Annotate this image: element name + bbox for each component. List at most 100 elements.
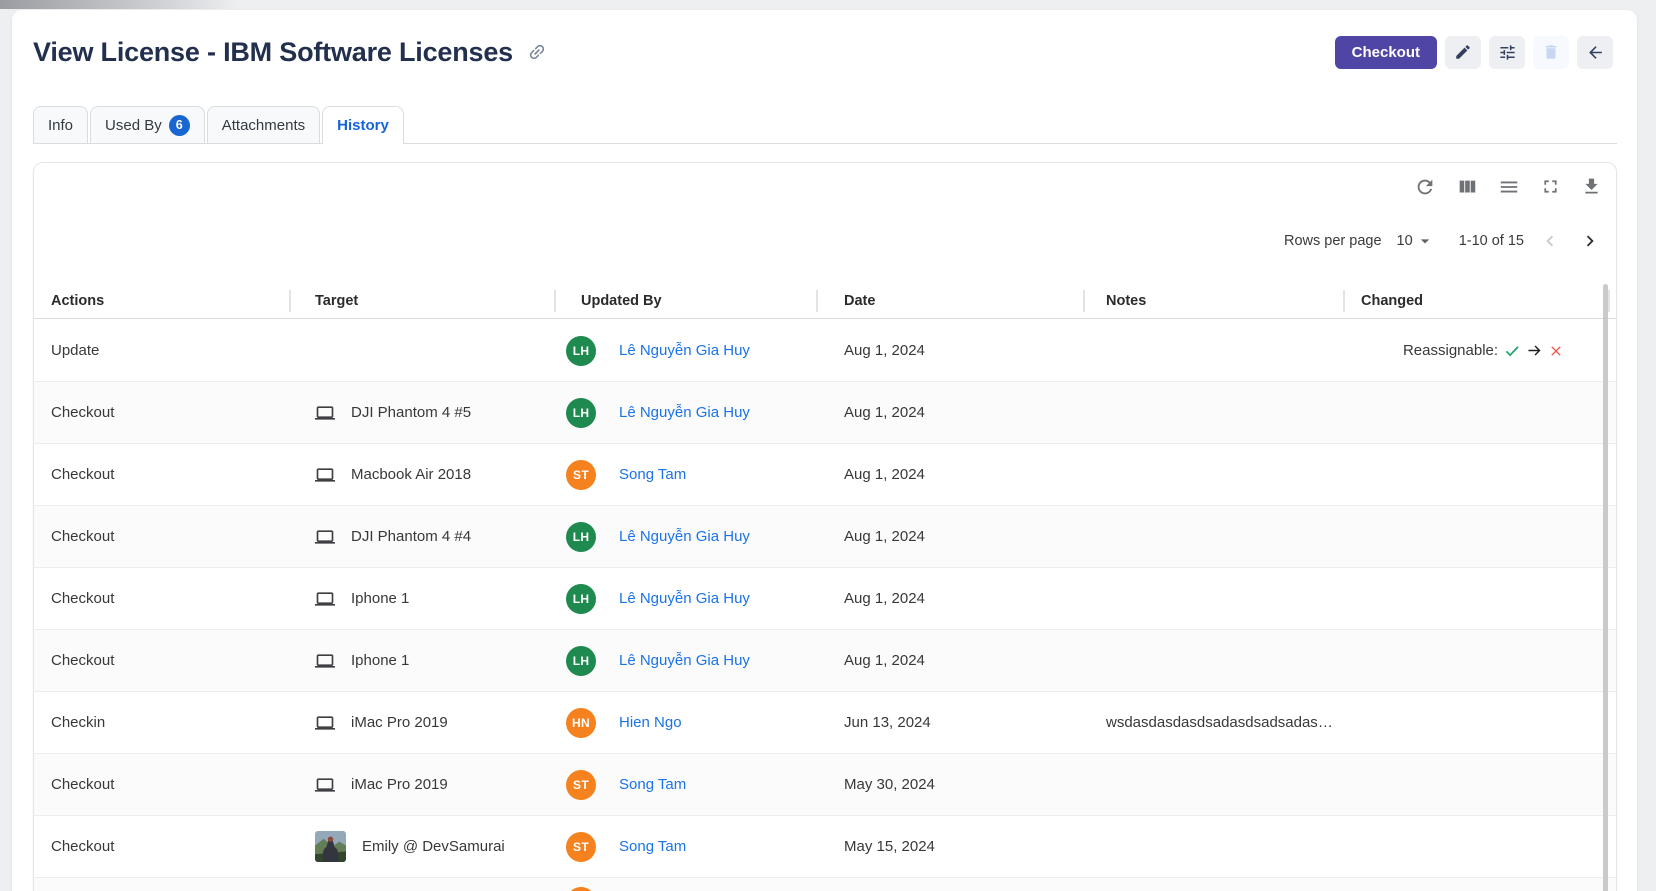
date-label: Aug 1, 2024: [844, 590, 925, 607]
updated-by-cell: ST Song Tam: [554, 754, 816, 815]
edit-button[interactable]: [1445, 36, 1481, 69]
tab-attachments[interactable]: Attachments: [207, 106, 320, 143]
action-label: Checkout: [51, 528, 114, 545]
changed-cell: Reassignable:: [1343, 320, 1608, 381]
changed-content: Reassignable:: [1403, 342, 1564, 360]
density-icon[interactable]: [1498, 176, 1520, 198]
date-label: May 30, 2024: [844, 776, 935, 793]
user-link[interactable]: Song Tam: [619, 466, 686, 483]
rows-per-page-select[interactable]: 10: [1397, 231, 1435, 251]
target-label: iMac Pro 2019: [351, 776, 448, 793]
user-avatar: ST: [566, 460, 596, 490]
notes-cell: [1083, 444, 1343, 505]
notes-cell: [1083, 320, 1343, 381]
tab-history-label: History: [337, 117, 389, 134]
target-photo-thumbnail: [315, 831, 346, 862]
checkout-button[interactable]: Checkout: [1335, 36, 1437, 69]
notes-cell: [1083, 630, 1343, 691]
user-link[interactable]: Hien Ngo: [619, 714, 682, 731]
target-cell: DJI Phantom 4 #5: [289, 382, 554, 443]
cross-icon: [1548, 343, 1564, 359]
table-row: Checkout DJI Phantom 4 #4 LH Lê Nguyễn G…: [34, 506, 1616, 568]
date-label: Aug 1, 2024: [844, 528, 925, 545]
date-cell: Jun 13, 2024: [816, 692, 1083, 753]
tab-info[interactable]: Info: [33, 106, 88, 143]
column-header-updated-by[interactable]: Updated By: [554, 284, 816, 318]
row-spacer: [1608, 692, 1616, 753]
action-cell: Update: [34, 320, 289, 381]
target-label: Macbook Air 2018: [351, 466, 471, 483]
target-cell: iMac Pro 2019: [289, 754, 554, 815]
back-button[interactable]: [1577, 36, 1613, 69]
changed-cell: [1343, 692, 1608, 753]
date-cell: [816, 878, 1083, 891]
action-label: Checkout: [51, 776, 114, 793]
main-panel: View License - IBM Software Licenses Che…: [12, 10, 1637, 891]
table-scrollbar-thumb[interactable]: [1603, 284, 1608, 891]
user-link[interactable]: Lê Nguyễn Gia Huy: [619, 404, 750, 421]
changed-label: Reassignable:: [1403, 342, 1498, 359]
download-icon[interactable]: [1581, 176, 1602, 198]
tab-bar: Info Used By 6 Attachments History: [33, 106, 1617, 144]
user-link[interactable]: Song Tam: [619, 776, 686, 793]
tab-used-by-label: Used By: [105, 117, 162, 134]
laptop-icon: [315, 527, 335, 547]
tab-history[interactable]: History: [322, 106, 404, 144]
updated-by-cell: HN Hien Ngo: [554, 692, 816, 753]
tab-used-by[interactable]: Used By 6: [90, 106, 205, 143]
column-header-date[interactable]: Date: [816, 284, 1083, 318]
target-label: DJI Phantom 4 #4: [351, 528, 471, 545]
action-label: Checkout: [51, 652, 114, 669]
updated-by-cell: ST Song Tam: [554, 816, 816, 877]
check-icon: [1503, 342, 1521, 360]
table-header-row: Actions Target Updated By Date Notes Cha…: [34, 284, 1616, 319]
notes-cell: [1083, 382, 1343, 443]
action-label: Checkout: [51, 590, 114, 607]
updated-by-cell: LH Lê Nguyễn Gia Huy: [554, 506, 816, 567]
updated-by-cell: LH Lê Nguyễn Gia Huy: [554, 382, 816, 443]
table-row: Checkout Iphone 1 LH Lê Nguyễn Gia Huy A…: [34, 568, 1616, 630]
used-by-count-badge: 6: [169, 115, 190, 136]
date-cell: Aug 1, 2024: [816, 382, 1083, 443]
action-label: Update: [51, 342, 99, 359]
row-spacer: [1608, 320, 1616, 381]
column-header-target[interactable]: Target: [289, 284, 554, 318]
changed-cell: [1343, 630, 1608, 691]
history-table-card: Rows per page 10 1-10 of 15 Actions Targ: [33, 162, 1617, 891]
previous-page-button: [1538, 229, 1562, 253]
column-header-changed[interactable]: Changed: [1343, 284, 1608, 318]
column-header-actions[interactable]: Actions: [34, 284, 289, 318]
row-spacer: [1608, 568, 1616, 629]
target-cell: Emily @ DevSamurai: [289, 816, 554, 877]
updated-by-cell: ST Song Tam: [554, 444, 816, 505]
next-page-button[interactable]: [1578, 229, 1602, 253]
user-avatar: ST: [566, 770, 596, 800]
action-label: Checkout: [51, 838, 114, 855]
changed-cell: [1343, 568, 1608, 629]
column-header-notes[interactable]: Notes: [1083, 284, 1343, 318]
refresh-icon[interactable]: [1414, 176, 1436, 198]
user-link[interactable]: Song Tam: [619, 838, 686, 855]
user-link[interactable]: Lê Nguyễn Gia Huy: [619, 528, 750, 545]
row-spacer: [1608, 630, 1616, 691]
action-cell: Checkout: [34, 382, 289, 443]
copy-link-icon[interactable]: [527, 42, 547, 62]
user-link[interactable]: Lê Nguyễn Gia Huy: [619, 652, 750, 669]
laptop-icon: [315, 403, 335, 423]
user-avatar: LH: [566, 584, 596, 614]
action-label: Checkout: [51, 404, 114, 421]
user-link[interactable]: Lê Nguyễn Gia Huy: [619, 342, 750, 359]
date-cell: May 15, 2024: [816, 816, 1083, 877]
action-cell: Checkout: [34, 754, 289, 815]
fullscreen-icon[interactable]: [1540, 176, 1561, 198]
date-cell: Aug 1, 2024: [816, 320, 1083, 381]
table-body: Update LH Lê Nguyễn Gia Huy Aug 1, 2024 …: [34, 320, 1616, 891]
laptop-icon: [315, 775, 335, 795]
view-columns-icon[interactable]: [1456, 176, 1478, 198]
target-label: Iphone 1: [351, 590, 409, 607]
settings-button[interactable]: [1489, 36, 1525, 69]
date-label: Aug 1, 2024: [844, 466, 925, 483]
user-link[interactable]: Lê Nguyễn Gia Huy: [619, 590, 750, 607]
date-cell: May 30, 2024: [816, 754, 1083, 815]
changed-cell: [1343, 506, 1608, 567]
